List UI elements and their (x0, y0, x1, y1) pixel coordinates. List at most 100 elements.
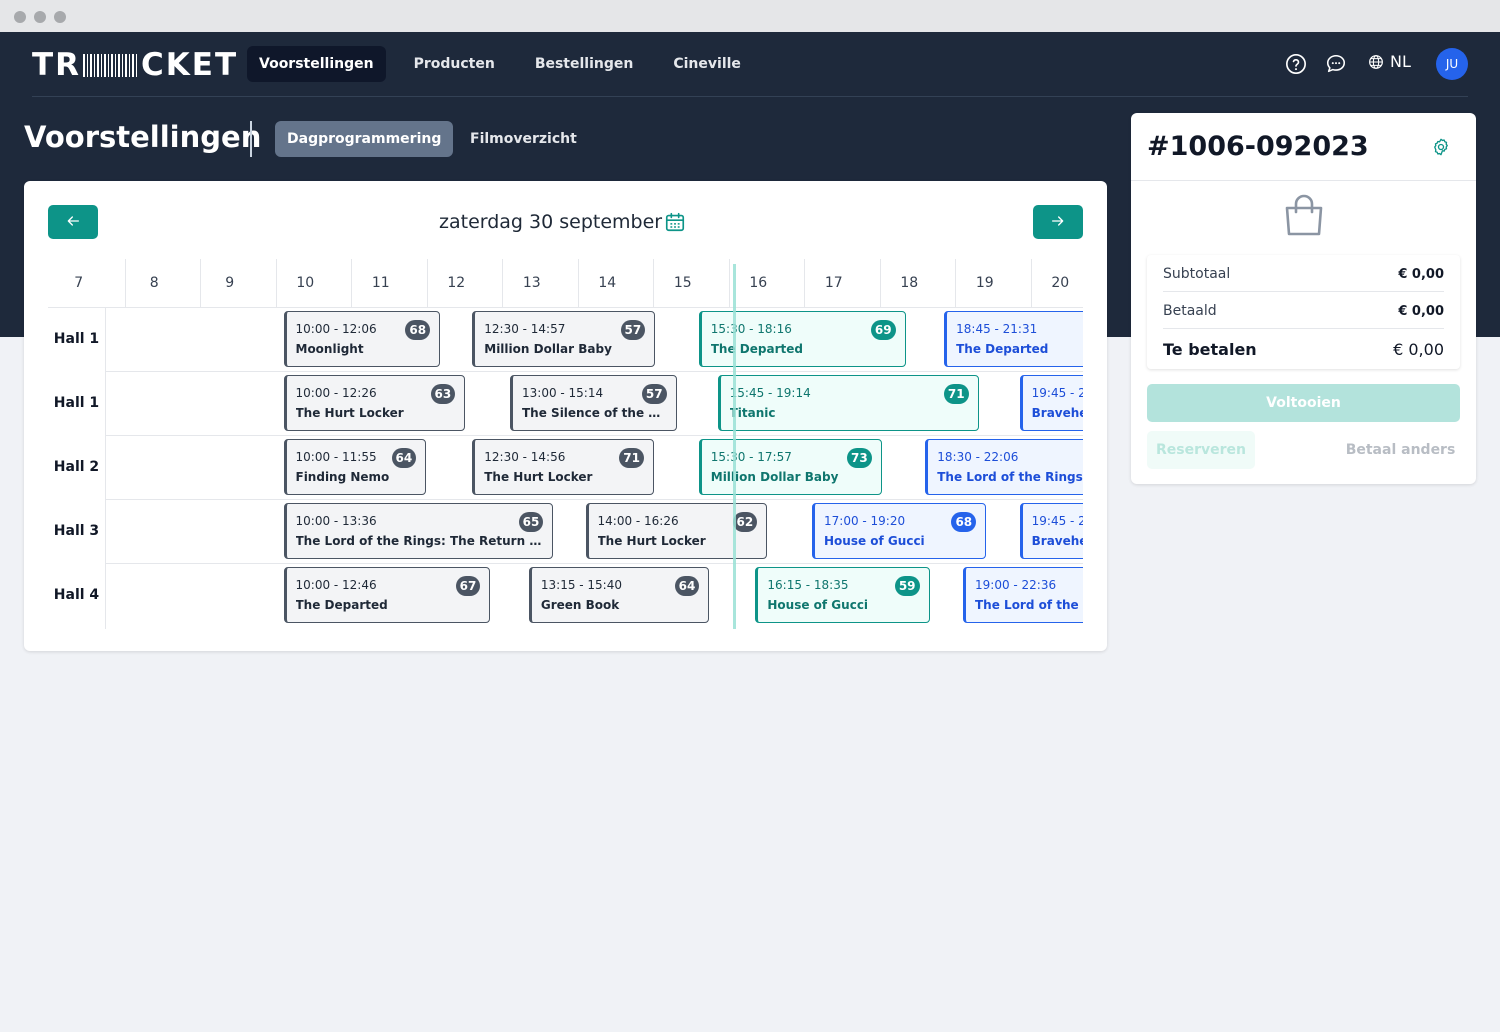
showtime-card[interactable]: 10:00 - 12:26 The Hurt Locker 63 (283, 375, 466, 431)
hour-divider (275, 259, 277, 307)
header-divider (32, 96, 1468, 97)
row-divider (105, 371, 1083, 372)
window-minimize-dot[interactable] (34, 11, 46, 23)
tickets-badge: 63 (430, 384, 456, 404)
nav-item-producten[interactable]: Producten (402, 46, 507, 82)
panel-divider (1131, 180, 1476, 181)
movie-title: The Lord of the Rings: The Ret (937, 470, 1083, 484)
paid-value: € 0,00 (1398, 303, 1444, 319)
calendar-icon[interactable] (664, 211, 686, 233)
order-totals: Subtotaal € 0,00 Betaald € 0,00 Te betal… (1147, 255, 1460, 369)
hall-label: Hall 1 (53, 331, 100, 347)
header-rule (48, 307, 1083, 308)
showtime-card[interactable]: 15:45 - 19:14 Titanic 71 (717, 375, 979, 431)
pay-other-button[interactable]: Betaal anders (1341, 431, 1460, 469)
showtime-card[interactable]: 14:00 - 16:26 The Hurt Locker 62 (585, 503, 768, 559)
showtime-card[interactable]: 13:15 - 15:40 Green Book 64 (528, 567, 710, 623)
showtime-card[interactable]: 10:00 - 13:36 The Lord of the Rings: The … (283, 503, 554, 559)
hour-divider (879, 259, 881, 307)
hour-divider (804, 259, 805, 307)
brand-logo-right: CKET (141, 47, 239, 83)
complete-button[interactable]: Voltooien (1147, 384, 1460, 422)
help-circle-icon[interactable] (1285, 53, 1307, 75)
window-close-dot[interactable] (14, 11, 26, 23)
showtime-time: 19:45 - 22:58 (1031, 514, 1083, 528)
window-titlebar (0, 0, 1500, 32)
title-divider (250, 121, 252, 157)
hall-label: Hall 2 (53, 459, 100, 475)
nav-item-bestellingen[interactable]: Bestellingen (523, 46, 646, 82)
showtime-card[interactable]: 10:00 - 12:46 The Departed 67 (283, 567, 491, 623)
language-selector[interactable]: NL (1368, 52, 1411, 71)
showtime-card[interactable]: 15:30 - 18:16 The Departed 69 (698, 311, 906, 367)
tickets-badge: 64 (674, 576, 700, 596)
chat-bubble-icon[interactable] (1325, 53, 1347, 75)
showtime-card[interactable]: 18:30 - 22:06 The Lord of the Rings: The … (925, 439, 1083, 495)
showtime-card[interactable]: 12:30 - 14:57 Million Dollar Baby 57 (472, 311, 656, 367)
hour-label: 15 (673, 275, 692, 291)
hall-column-border (105, 307, 106, 629)
tab-filmoverzicht[interactable]: Filmoverzicht (458, 121, 589, 157)
tab-dagprogrammering[interactable]: Dagprogrammering (275, 121, 454, 157)
row-divider (105, 563, 1083, 564)
hour-divider (426, 259, 428, 307)
showtime-card[interactable]: 13:00 - 15:14The Silence of the Lambs57 (510, 375, 677, 431)
user-avatar[interactable]: JU (1436, 48, 1468, 80)
movie-title: House of Gucci (824, 534, 925, 548)
gear-icon[interactable] (1431, 137, 1451, 157)
hour-label: 12 (447, 275, 466, 291)
tickets-badge: 62 (732, 512, 758, 532)
brand-logo-left: TR (32, 47, 82, 83)
nav-item-cineville[interactable]: Cineville (661, 46, 753, 82)
schedule-grid: 7 8 9 10 11 12 13 14 15 16 17 18 19 20 Hall 1 10:00 - 1… (48, 259, 1083, 629)
barcode-mark (83, 53, 140, 77)
showtime-card[interactable]: 19:00 - 22:36 The Lord of the Rings: T (963, 567, 1083, 623)
reserve-button[interactable]: Reserveren (1147, 431, 1255, 469)
page-title: Voorstellingen (24, 120, 262, 154)
row-divider (105, 499, 1083, 500)
tickets-badge: 59 (894, 576, 920, 596)
showtime-card[interactable]: 18:45 - 21:31 The Departed (944, 311, 1083, 367)
tickets-badge: 57 (620, 320, 646, 340)
showtime-card[interactable]: 10:00 - 12:06 Moonlight 68 (283, 311, 441, 367)
showtime-card[interactable]: 12:30 - 14:56 The Hurt Locker 71 (472, 439, 654, 495)
hour-divider (653, 259, 654, 307)
movie-title: Titanic (729, 406, 776, 420)
tickets-badge: 65 (518, 512, 544, 532)
showtime-time: 15:30 - 18:16 (710, 322, 792, 336)
showtime-card[interactable]: 16:15 - 18:35 House of Gucci 59 (755, 567, 930, 623)
tickets-badge: 71 (619, 448, 644, 468)
tickets-badge: 69 (870, 320, 896, 340)
previous-day-button[interactable] (48, 205, 98, 239)
hour-label: 18 (900, 275, 919, 291)
showtime-card[interactable]: 19:45 - 22:58 Braveheart (1019, 375, 1083, 431)
movie-title: House of Gucci (767, 598, 869, 612)
movie-title: The Hurt Locker (295, 406, 404, 420)
showtime-card[interactable]: 10:00 - 11:55 Finding Nemo 64 (283, 439, 427, 495)
due-value: € 0,00 (1393, 339, 1444, 359)
language-code: NL (1390, 52, 1411, 71)
due-label: Te betalen (1163, 339, 1257, 359)
movie-title: The Hurt Locker (484, 470, 593, 484)
showtime-card[interactable]: 15:30 - 17:57 Million Dollar Baby 73 (698, 439, 882, 495)
current-time-indicator (732, 264, 736, 629)
hour-divider (351, 259, 352, 307)
hour-divider (1030, 259, 1032, 307)
movie-title: The Silence of the Lambs (522, 406, 666, 420)
brand-logo[interactable]: TR CKET (32, 47, 239, 83)
arrow-left-icon (67, 216, 79, 226)
window-maximize-dot[interactable] (54, 11, 66, 23)
showtime-card[interactable]: 19:45 - 22:58 Braveheart (1019, 503, 1083, 559)
movie-title: Million Dollar Baby (484, 342, 612, 356)
hour-label: 14 (598, 275, 617, 291)
next-day-button[interactable] (1033, 205, 1083, 239)
tickets-badge: 67 (455, 576, 481, 596)
hall-label: Hall 1 (53, 395, 100, 411)
hour-divider (124, 259, 126, 307)
tickets-badge: 64 (391, 448, 417, 468)
nav-item-voorstellingen[interactable]: Voorstellingen (247, 46, 386, 82)
movie-title: Green Book (540, 598, 620, 612)
showtime-time: 18:30 - 22:06 (937, 450, 1019, 464)
totals-divider (1163, 291, 1444, 292)
showtime-card[interactable]: 17:00 - 19:20 House of Gucci 68 (812, 503, 987, 559)
